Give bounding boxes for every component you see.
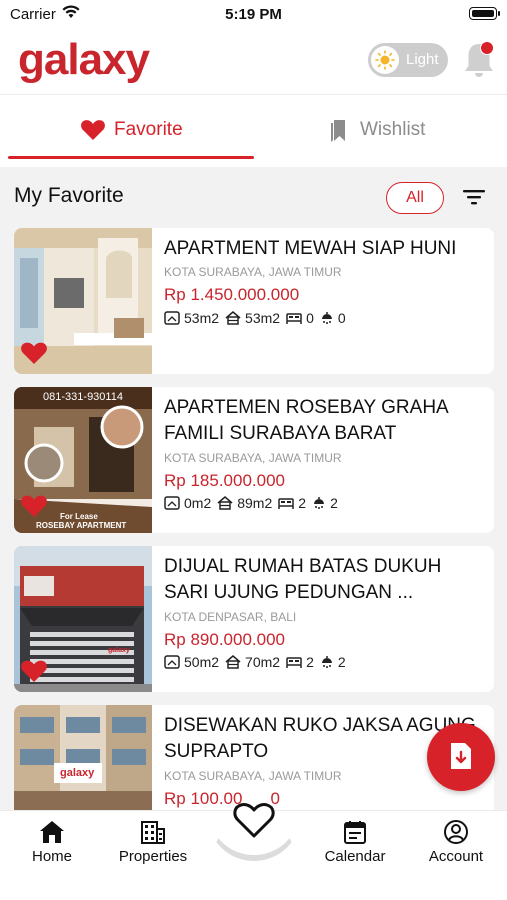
battery-icon: [469, 7, 500, 20]
land-area-icon: [164, 655, 180, 669]
land-area-icon: [164, 496, 180, 510]
bed-icon: [278, 498, 295, 509]
listing-specs: 50m2 70m2 2 2: [164, 654, 352, 670]
listing-title: APARTEMEN ROSEBAY GRAHA FAMILI SURABAYA …: [164, 397, 448, 444]
image-brand-caption: ROSEBAY APARTMENT: [36, 521, 127, 530]
building-area: 89m2: [217, 495, 272, 511]
account-icon: [444, 820, 468, 844]
listing-photo: galaxy: [14, 546, 152, 692]
nav-account[interactable]: Account: [406, 819, 506, 866]
land-area: 53m2: [164, 310, 219, 326]
land-area: 0m2: [164, 495, 211, 511]
image-brand-caption: galaxy: [108, 647, 130, 654]
listing-title: DIJUAL RUMAH BATAS DUKUH SARI UJUNG PEDU…: [164, 556, 442, 603]
theme-toggle[interactable]: Light: [368, 43, 448, 77]
filter-icon[interactable]: [462, 187, 486, 207]
building-area: 53m2: [225, 310, 280, 326]
active-tab-indicator: [8, 156, 254, 159]
building-area: 70m2: [225, 654, 280, 670]
land-area-icon: [164, 311, 180, 325]
listing-title: APARTMENT MEWAH SIAP HUNI: [164, 238, 457, 259]
listing-price: Rp 1.450.000.000: [164, 285, 300, 304]
listing-price: Rp 185.000.000: [164, 471, 285, 490]
land-area: 50m2: [164, 654, 219, 670]
heart-icon: [81, 120, 105, 140]
filter-all-button[interactable]: All: [386, 182, 444, 214]
listing-location: KOTA DENPASAR, BALI: [164, 610, 297, 624]
nav-calendar-label: Calendar: [324, 848, 386, 865]
bedrooms: 0: [286, 310, 314, 326]
header-divider: [0, 94, 507, 95]
tab-favorite-label: Favorite: [114, 119, 183, 140]
favorites-list[interactable]: My Favorite All APARTMENT MEWAH SIAP HUN…: [0, 167, 507, 817]
listing-photo: [14, 228, 152, 374]
nav-home-label: Home: [31, 848, 72, 865]
listing-specs: 0m2 89m2 2 2: [164, 495, 344, 511]
favorite-heart-icon[interactable]: [20, 340, 48, 366]
listing-specs: 53m2 53m2 0 0: [164, 310, 352, 326]
theme-label: Light: [406, 51, 439, 68]
building-area-icon: [217, 496, 233, 510]
calendar-icon: [344, 821, 366, 844]
nav-account-label: Account: [428, 848, 484, 865]
listing-card[interactable]: 081-331-930114 For Lease ROSEBAY APARTME…: [14, 387, 494, 533]
notification-badge: [480, 41, 494, 55]
nav-properties-label: Properties: [118, 848, 188, 865]
clock: 5:19 PM: [225, 6, 282, 23]
building-icon: [141, 821, 165, 844]
image-brand-caption: galaxy: [60, 767, 95, 779]
listing-location: KOTA SURABAYA, JAWA TIMUR: [164, 769, 342, 783]
bedrooms: 2: [286, 654, 314, 670]
tab-wishlist[interactable]: Wishlist: [328, 110, 425, 150]
shower-icon: [321, 312, 332, 324]
tab-wishlist-label: Wishlist: [360, 119, 426, 140]
listing-card[interactable]: galaxy DIJUAL RUMAH BATAS DUKUH SARI UJU…: [14, 546, 494, 692]
tab-favorite[interactable]: Favorite: [80, 110, 183, 150]
favorite-heart-icon[interactable]: [20, 493, 48, 519]
galaxy-logo: galaxy: [18, 35, 150, 84]
add-listing-button[interactable]: [427, 723, 495, 791]
shower-icon: [321, 656, 332, 668]
section-title: My Favorite: [14, 184, 124, 207]
nav-properties[interactable]: Properties: [103, 819, 203, 866]
listing-price: Rp 890.000.000: [164, 630, 285, 649]
listing-photo: galaxy: [14, 705, 152, 817]
image-phone-caption: 081-331-930114: [43, 391, 123, 403]
status-bar: Carrier 5:19 PM: [0, 0, 507, 30]
home-icon: [40, 821, 64, 843]
favorite-heart-icon[interactable]: [20, 658, 48, 684]
listing-photo: 081-331-930114 For Lease ROSEBAY APARTME…: [14, 387, 152, 533]
sun-icon: [371, 46, 399, 74]
bedrooms: 2: [278, 495, 306, 511]
bed-icon: [286, 313, 302, 324]
favorites-heart-icon[interactable]: [232, 800, 276, 840]
listing-card[interactable]: APARTMENT MEWAH SIAP HUNI KOTA SURABAYA,…: [14, 228, 494, 374]
bathrooms: 2: [312, 495, 338, 511]
bathrooms: 0: [320, 310, 346, 326]
image-lease-caption: For Lease: [60, 512, 98, 521]
nav-calendar[interactable]: Calendar: [305, 819, 405, 866]
listing-location: KOTA SURABAYA, JAWA TIMUR: [164, 451, 342, 465]
building-area-icon: [225, 655, 241, 669]
listing-location: KOTA SURABAYA, JAWA TIMUR: [164, 265, 342, 279]
bathrooms: 2: [320, 654, 346, 670]
document-download-icon: [451, 743, 471, 769]
bookmark-icon: [331, 120, 345, 142]
building-area-icon: [225, 311, 241, 325]
shower-icon: [314, 497, 325, 509]
bed-icon: [286, 657, 302, 668]
nav-home[interactable]: Home: [2, 819, 102, 866]
